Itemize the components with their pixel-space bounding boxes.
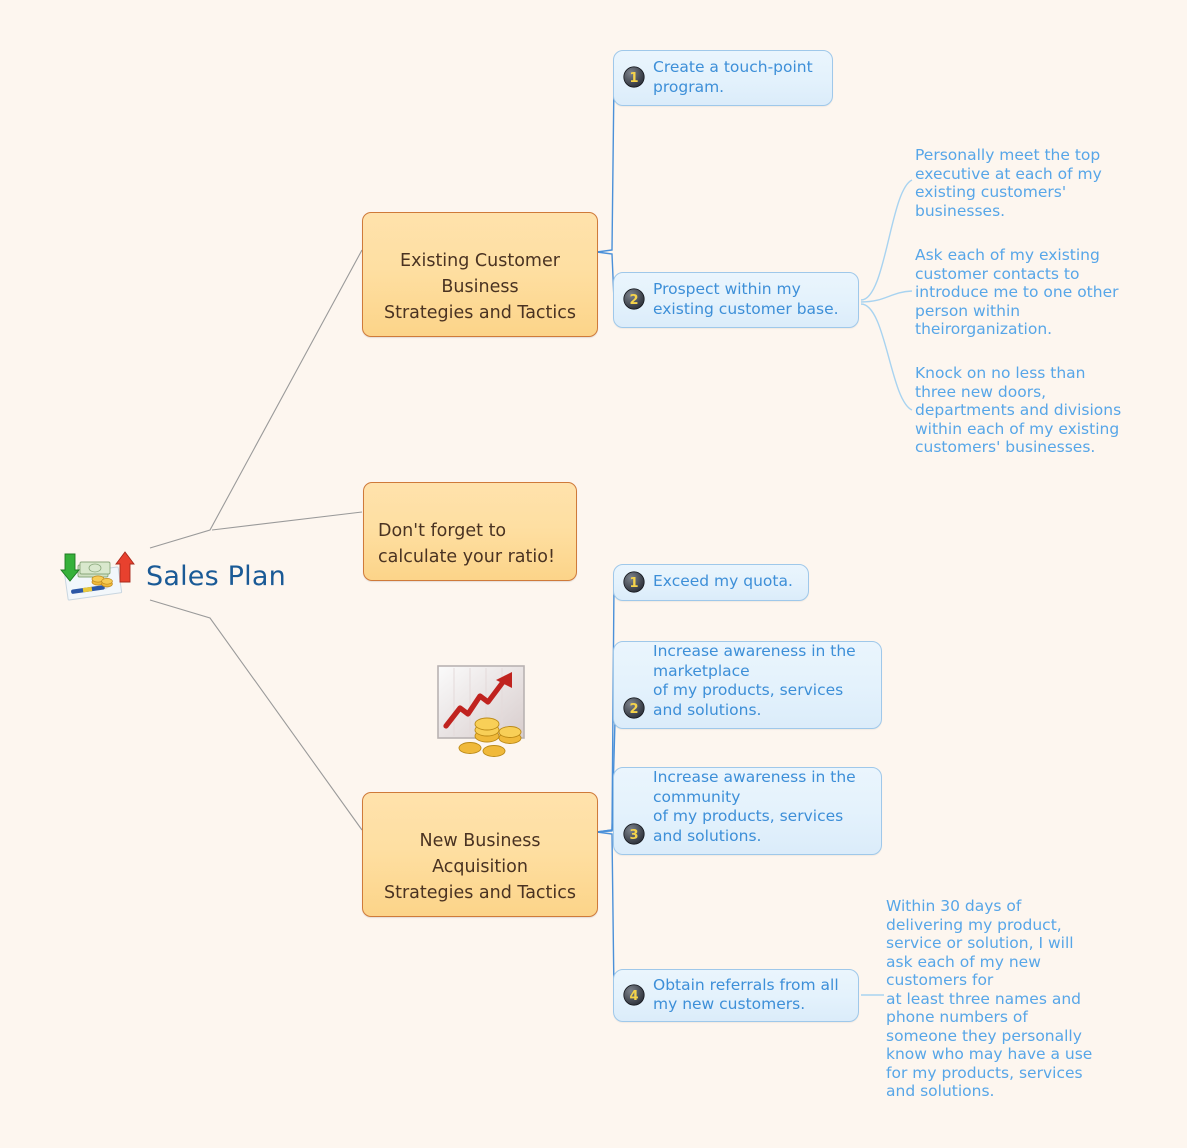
- money-chart-arrows-icon: [60, 551, 135, 601]
- sub-topic-prospect-within-existing-base[interactable]: 2 Prospect within my existing customer b…: [613, 272, 859, 328]
- main-topic-existing-customer-business[interactable]: Existing Customer Business Strategies an…: [362, 212, 598, 337]
- badge-number-icon: 2: [623, 697, 645, 719]
- sub-topic-create-touch-point-program[interactable]: 1 Create a touch-point program.: [613, 50, 833, 106]
- sub-topic-label: Obtain referrals from all my new custome…: [653, 975, 839, 1014]
- connector-central-to-existing: [149, 249, 363, 549]
- badge-number-icon: 2: [623, 288, 645, 310]
- sub-topic-label: Increase awareness in the marketplace of…: [653, 642, 856, 719]
- badge-number-icon: 3: [623, 823, 645, 845]
- badge-number: 2: [629, 293, 638, 308]
- badge-number: 1: [629, 576, 638, 591]
- mindmap-canvas: Sales Plan Existing Customer Business St…: [0, 0, 1187, 1148]
- sub-topic-label: Create a touch-point program.: [653, 58, 813, 96]
- note-topic-label: Don't forget to calculate your ratio!: [378, 521, 555, 567]
- badge-number-icon: 1: [623, 570, 645, 593]
- connector-new-to-sub4: [596, 831, 615, 996]
- badge-number-icon: 4: [623, 983, 645, 1006]
- floating-text-knock-on-new-doors[interactable]: Knock on no less than three new doors, d…: [915, 364, 1145, 457]
- badge-number: 2: [629, 702, 638, 717]
- connector-prospect-to-float2: [860, 290, 913, 303]
- badge-number: 3: [629, 828, 638, 843]
- sub-topic-exceed-my-quota[interactable]: 1 Exceed my quota.: [613, 564, 809, 601]
- sub-topic-label: Exceed my quota.: [653, 572, 793, 591]
- note-topic-calculate-ratio[interactable]: Don't forget to calculate your ratio!: [363, 482, 577, 581]
- connector-existing-to-sub1: [596, 77, 615, 253]
- badge-number-icon: 1: [623, 66, 645, 88]
- connector-prospect-to-float3: [860, 303, 913, 411]
- connector-central-to-note: [211, 511, 363, 531]
- connector-central-to-newbusiness: [149, 599, 363, 831]
- main-topic-label: New Business Acquisition Strategies and …: [383, 831, 577, 903]
- sub-topic-increase-awareness-community[interactable]: 3 Increase awareness in the community of…: [613, 767, 882, 855]
- main-topic-label: Existing Customer Business Strategies an…: [383, 251, 577, 323]
- connector-existing-to-sub2: [596, 251, 615, 301]
- connector-prospect-to-float1: [860, 179, 913, 301]
- sub-topic-label: Prospect within my existing customer bas…: [653, 280, 839, 318]
- floating-text-within-30-days-referrals[interactable]: Within 30 days of delivering my product,…: [886, 897, 1116, 1101]
- badge-number: 1: [629, 71, 638, 86]
- connector-new-to-sub1: [596, 581, 615, 833]
- floating-text-meet-top-executive[interactable]: Personally meet the top executive at eac…: [915, 146, 1145, 220]
- sub-topic-label: Increase awareness in the community of m…: [653, 768, 856, 845]
- sub-topic-obtain-referrals[interactable]: 4 Obtain referrals from all my new custo…: [613, 969, 859, 1022]
- central-topic[interactable]: Sales Plan: [58, 548, 286, 604]
- sub-topic-increase-awareness-marketplace[interactable]: 2 Increase awareness in the marketplace …: [613, 641, 882, 729]
- growth-chart-coins-icon: [437, 665, 525, 757]
- main-topic-new-business-acquisition[interactable]: New Business Acquisition Strategies and …: [362, 792, 598, 917]
- floating-text-ask-for-introductions[interactable]: Ask each of my existing customer contact…: [915, 246, 1145, 339]
- badge-number: 4: [629, 989, 638, 1004]
- central-topic-label: Sales Plan: [146, 560, 286, 592]
